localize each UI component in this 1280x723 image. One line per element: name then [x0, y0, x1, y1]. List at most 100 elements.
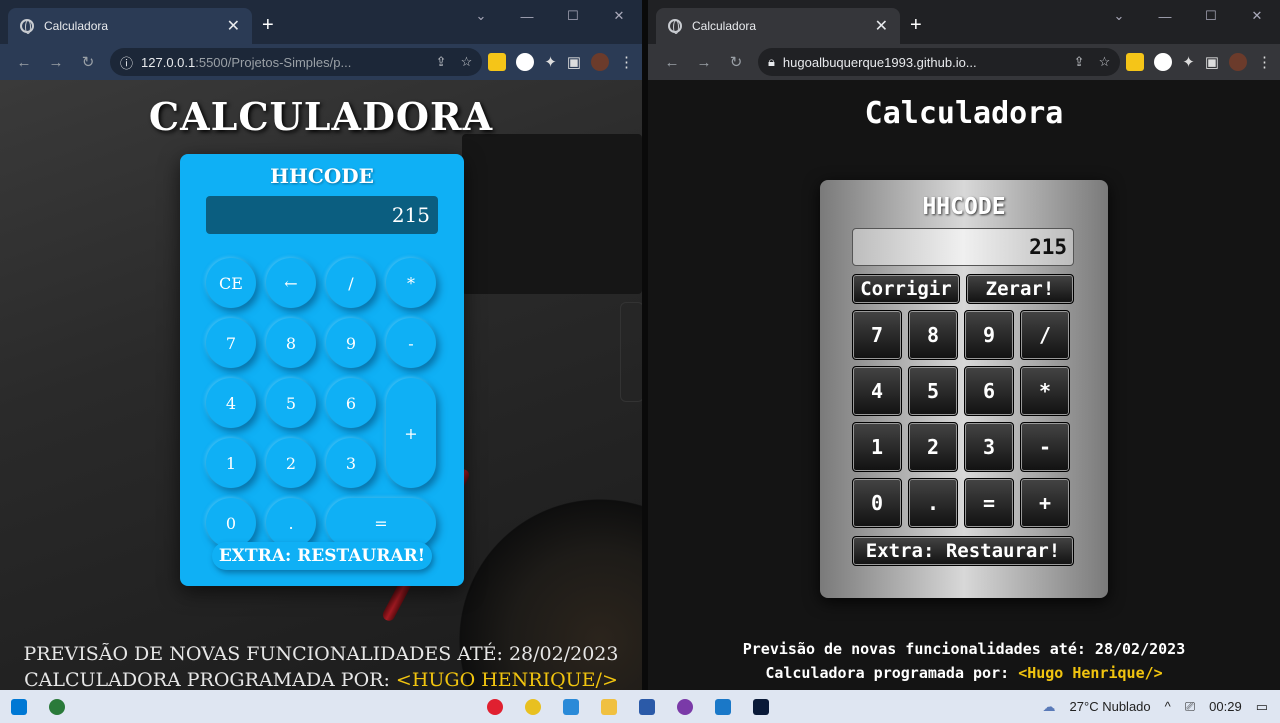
zerar-button[interactable]: Zerar! — [966, 274, 1074, 304]
key-button[interactable]: . — [908, 478, 958, 528]
key-button[interactable]: 5 — [908, 366, 958, 416]
word-icon[interactable] — [628, 690, 666, 723]
puzzle-icon[interactable]: ✦ — [544, 53, 557, 71]
browser-tab[interactable]: Calculadora ✕ — [656, 8, 900, 44]
extension-download-icon[interactable] — [1126, 53, 1145, 71]
close-tab-icon[interactable]: ✕ — [875, 16, 888, 36]
key-button[interactable]: 4 — [206, 378, 256, 428]
key-button[interactable]: 0 — [206, 498, 256, 548]
reload-button[interactable]: ↻ — [72, 53, 104, 71]
share-icon[interactable]: ⇪ — [1074, 54, 1085, 70]
forward-button[interactable]: → — [688, 54, 720, 71]
key-button[interactable]: 8 — [266, 318, 316, 368]
corrigir-button[interactable]: Corrigir — [852, 274, 960, 304]
url-host: 127.0.0.1 — [141, 54, 196, 70]
key-button[interactable]: . — [266, 498, 316, 548]
key-button[interactable]: 5 — [266, 378, 316, 428]
page-content: CALCULADORA HHCODE 215 CE ← / * 7 8 9- 4 5 6 +1 2 3 0… — [0, 80, 642, 690]
clock[interactable]: 00:29 — [1209, 699, 1242, 714]
back-button[interactable]: ← — [8, 54, 40, 71]
maximize-button[interactable]: ☐ — [550, 0, 596, 32]
extension-translate-icon[interactable] — [516, 53, 535, 71]
tab-strip: Calculadora ✕ + ⌄ — ☐ ✕ — [648, 0, 1280, 44]
share-icon[interactable]: ⇪ — [436, 54, 447, 70]
author-link[interactable]: <Hugo Henrique/> — [1018, 664, 1163, 682]
key-button[interactable]: 1 — [206, 438, 256, 488]
footer-forecast: PREVISÃO DE NOVAS FUNCIONALIDADES ATÉ: 2… — [23, 643, 619, 665]
vscode-icon[interactable] — [552, 690, 590, 723]
key-button[interactable]: / — [326, 258, 376, 308]
maximize-button[interactable]: ☐ — [1188, 0, 1234, 32]
author-link[interactable]: <HUGO HENRIQUE/> — [396, 669, 618, 690]
close-window-button[interactable]: ✕ — [1234, 0, 1280, 32]
avatar[interactable] — [591, 53, 609, 71]
file-explorer-icon[interactable] — [590, 690, 628, 723]
key-button[interactable]: / — [1020, 310, 1070, 360]
key-button[interactable]: - — [386, 318, 436, 368]
puzzle-icon[interactable]: ✦ — [1182, 53, 1195, 71]
side-panel-icon[interactable]: ▣ — [567, 53, 581, 71]
github-icon[interactable] — [666, 690, 704, 723]
key-button[interactable]: * — [1020, 366, 1070, 416]
key-button[interactable]: 0 — [852, 478, 902, 528]
windows-start-icon[interactable] — [0, 690, 38, 723]
address-bar[interactable]: ⓘ 127.0.0.1:5500/Projetos-Simples/p... ⇪… — [110, 48, 483, 76]
key-button[interactable]: 2 — [908, 422, 958, 472]
menu-icon[interactable]: ⋮ — [619, 53, 634, 71]
info-icon[interactable]: ⓘ — [120, 53, 133, 72]
key-button[interactable]: 4 — [852, 366, 902, 416]
network-icon[interactable]: ⎚ — [1185, 699, 1195, 715]
key-button[interactable]: 9 — [326, 318, 376, 368]
side-panel-icon[interactable]: ▣ — [1205, 53, 1219, 71]
key-button[interactable]: - — [1020, 422, 1070, 472]
key-button[interactable]: 3 — [964, 422, 1014, 472]
avatar[interactable] — [1229, 53, 1247, 71]
key-button[interactable]: 7 — [206, 318, 256, 368]
key-button[interactable]: 3 — [326, 438, 376, 488]
key-button[interactable]: 6 — [326, 378, 376, 428]
mail-icon[interactable] — [704, 690, 742, 723]
key-button[interactable]: 8 — [908, 310, 958, 360]
key-button[interactable]: CE — [206, 258, 256, 308]
close-tab-icon[interactable]: ✕ — [227, 16, 240, 36]
key-button[interactable]: 9 — [964, 310, 1014, 360]
bookmark-star-icon[interactable]: ☆ — [461, 54, 473, 70]
menu-icon[interactable]: ⋮ — [1257, 53, 1272, 71]
notifications-icon[interactable]: ▭ — [1256, 699, 1268, 715]
chevron-down-icon[interactable]: ⌄ — [1096, 0, 1142, 32]
restore-button[interactable]: Extra: Restaurar! — [852, 536, 1074, 566]
weather-text[interactable]: 27°C Nublado — [1070, 699, 1151, 714]
forward-button[interactable]: → — [40, 54, 72, 71]
chevron-up-icon[interactable]: ^ — [1165, 699, 1171, 714]
key-button[interactable]: * — [386, 258, 436, 308]
extension-translate-icon[interactable] — [1154, 53, 1173, 71]
photoshop-icon[interactable] — [742, 690, 780, 723]
key-button[interactable]: + — [386, 378, 436, 488]
minimize-button[interactable]: — — [504, 0, 550, 32]
browser-tab[interactable]: Calculadora ✕ — [8, 8, 252, 44]
chevron-down-icon[interactable]: ⌄ — [458, 0, 504, 32]
restore-button[interactable]: EXTRA: RESTAURAR! — [212, 542, 432, 570]
extension-download-icon[interactable] — [488, 53, 507, 71]
back-button[interactable]: ← — [656, 54, 688, 71]
globe-app-icon[interactable] — [38, 690, 76, 723]
key-button[interactable]: + — [1020, 478, 1070, 528]
key-button[interactable]: 6 — [964, 366, 1014, 416]
key-button[interactable]: 1 — [852, 422, 902, 472]
opera-icon[interactable] — [476, 690, 514, 723]
bookmark-star-icon[interactable]: ☆ — [1099, 54, 1111, 70]
globe-icon — [668, 19, 682, 34]
key-button[interactable]: ← — [266, 258, 316, 308]
key-button[interactable]: = — [326, 498, 436, 548]
reload-button[interactable]: ↻ — [720, 53, 752, 71]
close-window-button[interactable]: ✕ — [596, 0, 642, 32]
new-tab-button[interactable]: + — [262, 14, 274, 37]
new-tab-button[interactable]: + — [910, 14, 922, 37]
key-button[interactable]: 2 — [266, 438, 316, 488]
lock-icon[interactable]: 🔒︎ — [768, 54, 775, 70]
key-button[interactable]: = — [964, 478, 1014, 528]
address-bar[interactable]: 🔒︎ hugoalbuquerque1993.github.io... ⇪ ☆ — [758, 48, 1121, 76]
minimize-button[interactable]: — — [1142, 0, 1188, 32]
chrome-icon[interactable] — [514, 690, 552, 723]
key-button[interactable]: 7 — [852, 310, 902, 360]
